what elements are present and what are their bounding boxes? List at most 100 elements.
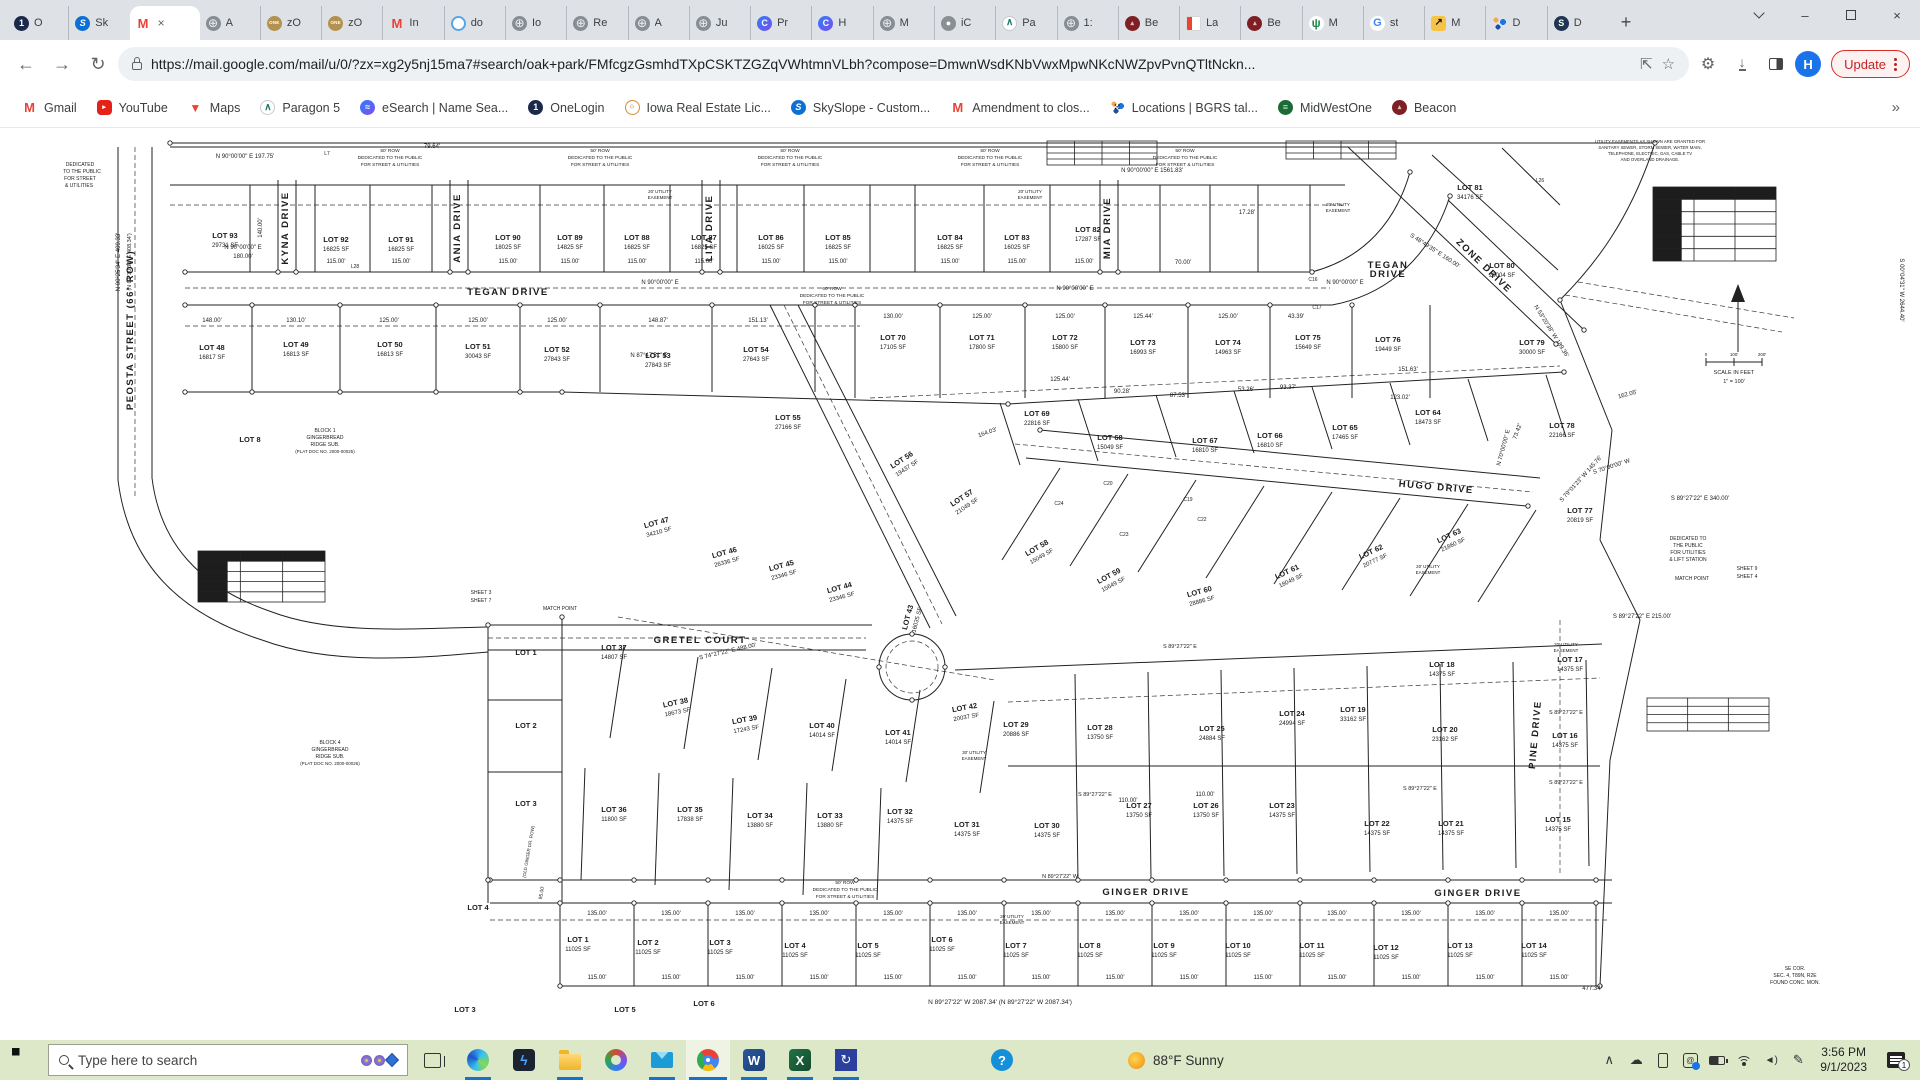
map-annotation: N 90°00'00" E <box>1056 286 1093 292</box>
bookmark-midwestone[interactable]: ≡MidWestOne <box>1270 96 1380 119</box>
reload-button[interactable]: ↻ <box>82 48 114 80</box>
tab-25[interactable]: SD <box>1547 6 1608 40</box>
lot-label: LOT 7930000 SF <box>1519 338 1545 356</box>
svg-text:C16: C16 <box>1308 277 1317 283</box>
tab-15[interactable]: ●iC <box>934 6 995 40</box>
wifi-icon[interactable] <box>1731 1040 1757 1080</box>
start-button[interactable] <box>2 1040 46 1080</box>
tab-23[interactable]: ↗M <box>1424 6 1485 40</box>
taskbar-search-box[interactable]: Type here to search <box>48 1044 408 1076</box>
new-tab-button[interactable]: + <box>1612 8 1640 36</box>
bookmark-locations-bgrs-tal[interactable]: ⁙Locations | BGRS tal... <box>1102 96 1266 119</box>
lot-label: LOT 5619437 SF <box>888 449 920 478</box>
word-icon[interactable]: W <box>732 1040 776 1080</box>
tab-4[interactable]: ONEzO <box>260 6 321 40</box>
tab-search-chevron-icon[interactable] <box>1736 0 1782 30</box>
update-button[interactable]: Update <box>1831 50 1910 78</box>
notification-center-icon[interactable]: 1 <box>1876 1040 1916 1080</box>
tab-24[interactable]: D <box>1485 6 1546 40</box>
url-text[interactable]: https://mail.google.com/mail/u/0/?zx=xg2… <box>151 56 1631 72</box>
svg-text:11025 SF: 11025 SF <box>855 953 881 959</box>
clock-widget[interactable]: 3:56 PM 9/1/2023 <box>1812 1045 1875 1075</box>
share-icon[interactable]: ⇱ <box>1640 55 1653 73</box>
excel-icon[interactable]: X <box>778 1040 822 1080</box>
street-label: PINE DRIVE <box>1527 700 1544 770</box>
lot-label: LOT 3 <box>515 799 536 808</box>
maximize-button[interactable] <box>1828 0 1874 30</box>
profile-avatar[interactable]: H <box>1795 51 1821 77</box>
tab-6[interactable]: MIn <box>382 6 443 40</box>
tab-label: 1: <box>1084 17 1093 29</box>
bookmark-maps[interactable]: ▼Maps <box>180 96 249 119</box>
svg-text:LOT 4: LOT 4 <box>784 941 806 950</box>
tab-17[interactable]: ⊕1: <box>1057 6 1118 40</box>
volume-icon[interactable]: ◄) <box>1758 1040 1784 1080</box>
bookmark-esearch-name-sea[interactable]: ≈eSearch | Name Sea... <box>352 96 516 119</box>
tab-close-icon[interactable]: × <box>158 16 165 30</box>
bookmarks-overflow-chevron[interactable]: » <box>1886 99 1906 116</box>
snagit-icon[interactable]: ϟ <box>502 1040 546 1080</box>
get-help-icon[interactable]: ? <box>980 1040 1024 1080</box>
globe-favicon: ⊕ <box>880 16 895 31</box>
forward-button[interactable]: → <box>46 48 78 80</box>
tab-9[interactable]: ⊕Re <box>566 6 627 40</box>
tab-3[interactable]: ⊕A <box>200 6 260 40</box>
search-highlight-flowers-icon[interactable] <box>361 1055 397 1066</box>
onedrive-cloud-icon[interactable]: ☁ <box>1623 1040 1649 1080</box>
your-phone-icon[interactable] <box>1650 1040 1676 1080</box>
tab-11[interactable]: ⊕Ju <box>689 6 750 40</box>
bookmark-onelogin[interactable]: 1OneLogin <box>520 96 612 119</box>
weather-widget[interactable]: 88°F Sunny <box>1116 1052 1236 1069</box>
tab-18[interactable]: ▴Be <box>1118 6 1179 40</box>
street-label: LITA DRIVE <box>704 195 715 262</box>
chrome-icon[interactable] <box>686 1040 730 1080</box>
tab-14[interactable]: ⊕M <box>873 6 934 40</box>
close-button[interactable]: × <box>1874 0 1920 30</box>
outlook-tray-icon[interactable]: @ <box>1677 1040 1703 1080</box>
bookmark-youtube[interactable]: ▸YouTube <box>89 96 176 119</box>
map-annotation: DEDICATED TO THE PUBLIC <box>568 155 633 161</box>
lot-label: LOT 1 <box>515 648 536 657</box>
tab-label: Pr <box>777 17 788 29</box>
mail-icon[interactable] <box>640 1040 684 1080</box>
side-panel-icon[interactable] <box>1761 49 1791 79</box>
address-bar[interactable]: https://mail.google.com/mail/u/0/?zx=xg2… <box>118 47 1689 81</box>
tab-7[interactable]: do <box>444 6 505 40</box>
tab-12[interactable]: CPr <box>750 6 811 40</box>
tab-21[interactable]: ψM <box>1302 6 1363 40</box>
task-view-button[interactable] <box>410 1040 454 1080</box>
tab-22[interactable]: Gst <box>1363 6 1424 40</box>
bookmark-paragon-5[interactable]: ∧Paragon 5 <box>252 96 348 119</box>
tab-19[interactable]: La <box>1179 6 1240 40</box>
battery-icon[interactable] <box>1704 1040 1730 1080</box>
svg-text:148.87': 148.87' <box>648 318 668 324</box>
pen-icon[interactable]: ✎ <box>1785 1040 1811 1080</box>
file-explorer-icon[interactable] <box>548 1040 592 1080</box>
screen-recorder-icon[interactable]: ↻ <box>824 1040 868 1080</box>
bookmark-gmail[interactable]: MGmail <box>14 96 85 119</box>
download-icon[interactable]: ↓ <box>1727 49 1757 79</box>
bookmark-skyslope-custom[interactable]: SSkySlope - Custom... <box>783 96 938 119</box>
lot-label: LOT 2613750 SF <box>1193 801 1219 819</box>
office-icon[interactable] <box>594 1040 638 1080</box>
hidden-icons-chevron[interactable]: ∧ <box>1596 1040 1622 1080</box>
lot-label: LOT 2524884 SF <box>1199 724 1225 742</box>
tab-8[interactable]: ⊕Io <box>505 6 566 40</box>
tab-16[interactable]: ∧Pa <box>995 6 1056 40</box>
tab-20[interactable]: ▴Be <box>1240 6 1301 40</box>
svg-text:LOT 89: LOT 89 <box>557 233 582 242</box>
tab-0[interactable]: 1O <box>8 6 68 40</box>
back-button[interactable]: ← <box>10 48 42 80</box>
bookmark-star-icon[interactable]: ☆ <box>1662 55 1675 73</box>
edge-icon[interactable] <box>456 1040 500 1080</box>
tab-1[interactable]: SSk <box>68 6 129 40</box>
minimize-button[interactable]: – <box>1782 0 1828 30</box>
tab-5[interactable]: ONEzO <box>321 6 382 40</box>
bookmark-amendment-to-clos[interactable]: MAmendment to clos... <box>942 96 1097 119</box>
bookmark-iowa-real-estate-lic[interactable]: ⬡Iowa Real Estate Lic... <box>617 96 779 119</box>
tab-13[interactable]: CH <box>811 6 872 40</box>
extensions-puzzle-icon[interactable]: ⚙ <box>1693 49 1723 79</box>
bookmark-beacon[interactable]: ▴Beacon <box>1384 96 1464 119</box>
tab-active-gmail[interactable]: M× <box>130 6 200 40</box>
tab-10[interactable]: ⊕A <box>628 6 689 40</box>
